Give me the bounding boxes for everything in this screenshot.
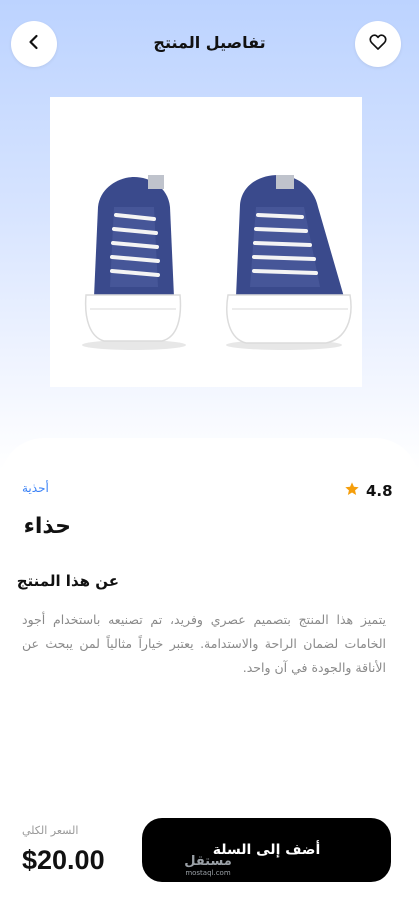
watermark: مستقل mostaql.com [182, 854, 234, 878]
about-title: عن هذا المنتج [16, 572, 119, 590]
total-price: $20.00 [22, 845, 105, 875]
watermark-main: مستقل [184, 854, 232, 869]
add-to-cart-button[interactable]: أضف إلى السلة [142, 818, 391, 882]
product-image [50, 97, 362, 387]
left-shoe [84, 175, 182, 342]
total-price-label: السعر الكلي [22, 824, 79, 837]
right-shoe [226, 175, 352, 344]
sneakers-illustration [82, 175, 352, 350]
product-description: يتميز هذا المنتج بتصميم عصري وفريد، تم ت… [22, 612, 386, 675]
heart-outline-icon [368, 32, 388, 56]
rating-value: 4.8 [366, 482, 393, 500]
top-bar: تفاصيل المنتج [0, 0, 419, 90]
star-icon [344, 481, 360, 501]
product-name: حذاء [23, 514, 71, 539]
watermark-sub: mostaql.com [185, 869, 231, 877]
category-link[interactable]: أحذية [22, 481, 49, 495]
favorite-button[interactable] [355, 21, 401, 67]
rating: 4.8 [344, 481, 393, 501]
